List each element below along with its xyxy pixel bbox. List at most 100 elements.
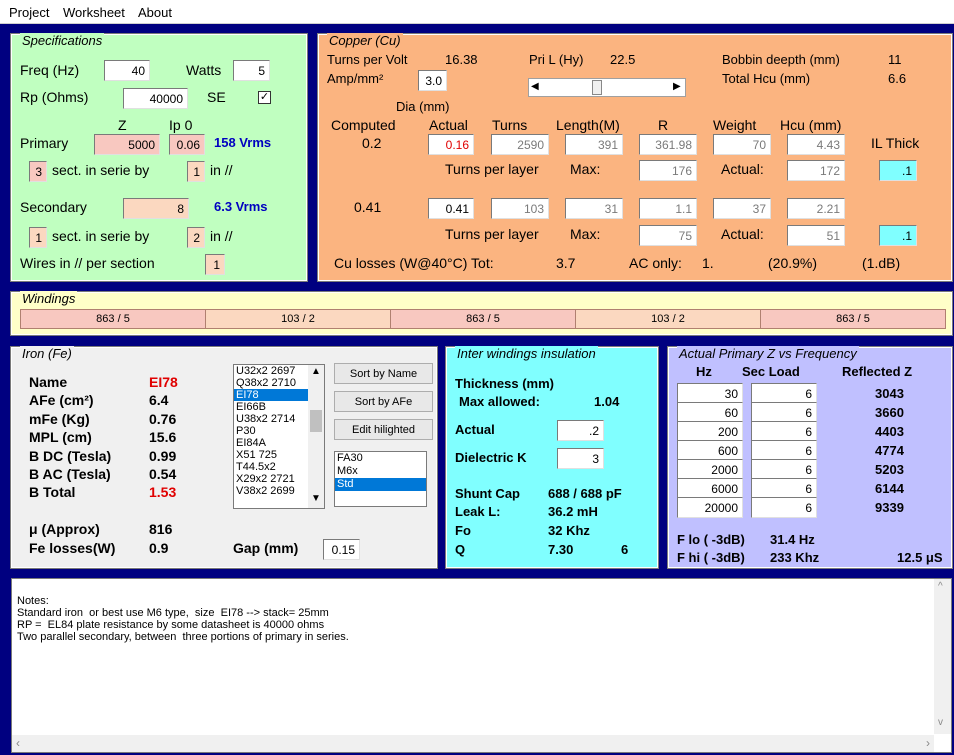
core-list[interactable]: U32x2 2697 Q38x2 2710 EI78 EI66B U38x2 2… (233, 364, 325, 509)
pri-tpl-label: Turns per layer (445, 161, 539, 177)
amp-slider[interactable]: ◀ ▶ (528, 78, 686, 97)
slider-thumb[interactable] (592, 80, 602, 95)
notes-area[interactable]: Notes: Standard iron or best use M6 type… (11, 578, 952, 753)
edit-hilighted-button[interactable]: Edit hilighted (334, 419, 433, 440)
sec-load-input[interactable]: 6 (751, 497, 817, 518)
sec-length-field: 31 (565, 198, 623, 219)
sort-by-name-button[interactable]: Sort by Name (334, 363, 433, 384)
material-item-selected[interactable]: Std (335, 478, 426, 491)
sec-load-input[interactable]: 6 (751, 459, 817, 480)
sec-load-input[interactable]: 6 (751, 383, 817, 404)
se-checkbox[interactable]: ✓ (258, 91, 271, 104)
primary-parallel-input[interactable]: 1 (187, 161, 205, 182)
sec-load-header: Sec Load (742, 364, 800, 379)
mu-label: μ (Approx) (29, 521, 100, 537)
scroll-right-icon[interactable]: › (926, 736, 930, 750)
fe-losses-value: 0.9 (149, 540, 169, 556)
windings-panel: Windings 863 / 5 103 / 2 863 / 5 103 / 2… (10, 291, 953, 336)
dielectric-input[interactable]: 3 (557, 448, 604, 469)
iron-name-value: EI78 (149, 374, 178, 390)
winding-segment-1: 863 / 5 (20, 309, 206, 329)
max-allowed-value: 1.04 (594, 394, 620, 409)
bobbin-label: Bobbin deepth (mm) (722, 52, 840, 67)
pri-weight-field: 70 (713, 134, 771, 155)
winding-segment-3: 863 / 5 (390, 309, 576, 329)
primary-sections-input[interactable]: 3 (29, 161, 47, 182)
menu-about[interactable]: About (138, 5, 172, 20)
hz-input[interactable]: 30 (677, 383, 743, 404)
pri-length-field: 391 (565, 134, 623, 155)
pri-actual-input[interactable]: 0.16 (428, 134, 474, 155)
menu-project[interactable]: Project (9, 5, 49, 20)
hz-input[interactable]: 60 (677, 402, 743, 423)
material-list[interactable]: FA30 M6x Std (334, 451, 427, 507)
pri-turns-field: 2590 (491, 134, 549, 155)
sec-load-input[interactable]: 6 (751, 402, 817, 423)
insulation-title: Inter windings insulation (455, 346, 598, 361)
hz-input[interactable]: 600 (677, 440, 743, 461)
sec-il-input[interactable]: .1 (879, 225, 917, 246)
secondary-sections-input[interactable]: 1 (29, 227, 47, 248)
material-item[interactable]: FA30 (335, 452, 426, 465)
pri-computed: 0.2 (362, 135, 382, 151)
rp-input[interactable]: 40000 (123, 88, 188, 109)
slider-right-arrow-icon[interactable]: ▶ (673, 81, 681, 92)
freq-input[interactable]: 40 (104, 60, 150, 81)
primary-z-field[interactable]: 5000 (94, 134, 160, 155)
hz-input[interactable]: 200 (677, 421, 743, 442)
pri-act-field: 172 (787, 160, 845, 181)
reflected-z-value: 4403 (875, 424, 904, 439)
menu-worksheet[interactable]: Worksheet (63, 5, 125, 20)
cu-losses-total: 3.7 (556, 255, 576, 271)
wires-input[interactable]: 1 (205, 254, 225, 275)
scroll-up-icon[interactable]: ^ (938, 581, 943, 592)
notes-horizontal-scrollbar[interactable]: ‹ › (12, 735, 934, 752)
hz-input[interactable]: 2000 (677, 459, 743, 480)
winding-segment-5: 863 / 5 (760, 309, 946, 329)
primary-ip0-field[interactable]: 0.06 (169, 134, 205, 155)
scroll-thumb[interactable] (310, 410, 322, 432)
bdc-value: 0.99 (149, 448, 177, 464)
fhi-value: 233 Khz (770, 550, 820, 565)
shunt-cap-value: 688 / 688 pF (548, 486, 622, 501)
gap-input[interactable]: 0.15 (323, 539, 360, 560)
r-header: R (658, 117, 669, 133)
sec-actual-input[interactable]: 0.41 (428, 198, 474, 219)
primary-label: Primary (20, 135, 69, 151)
notes-text[interactable]: Notes: Standard iron or best use M6 type… (17, 595, 349, 643)
material-item[interactable]: M6x (335, 465, 426, 478)
il-thick-header: IL Thick (871, 135, 920, 151)
pri-il-input[interactable]: .1 (879, 160, 917, 181)
sec-load-input[interactable]: 6 (751, 478, 817, 499)
reflected-z-header: Reflected Z (842, 364, 913, 379)
winding-segment-2: 103 / 2 (205, 309, 391, 329)
windings-bar: 863 / 5 103 / 2 863 / 5 103 / 2 863 / 5 (20, 309, 946, 329)
shunt-cap-label: Shunt Cap (455, 486, 520, 501)
rp-label: Rp (Ohms) (20, 89, 89, 105)
sec-load-input[interactable]: 6 (751, 440, 817, 461)
leak-label: Leak L: (455, 504, 501, 519)
scroll-up-icon[interactable]: ▲ (311, 366, 321, 377)
dia-label: Dia (mm) (396, 99, 450, 114)
tpv-label: Turns per Volt (327, 52, 408, 67)
amp-input[interactable]: 3.0 (418, 70, 447, 91)
gap-label: Gap (mm) (233, 540, 299, 556)
zfreq-panel: Actual Primary Z vs Frequency Hz Sec Loa… (667, 346, 953, 569)
bobbin-value: 11 (888, 52, 902, 67)
notes-vertical-scrollbar[interactable]: ^ v (934, 579, 951, 734)
secondary-parallel-input[interactable]: 2 (187, 227, 205, 248)
scroll-down-icon[interactable]: ▼ (311, 493, 321, 504)
sec-load-input[interactable]: 6 (751, 421, 817, 442)
secondary-z-field[interactable]: 8 (123, 198, 189, 219)
slider-left-arrow-icon[interactable]: ◀ (531, 81, 539, 92)
secondary-par-label: in // (210, 228, 233, 244)
core-list-scrollbar[interactable]: ▲ ▼ (308, 365, 324, 508)
sort-by-afe-button[interactable]: Sort by AFe (334, 391, 433, 412)
hz-input[interactable]: 20000 (677, 497, 743, 518)
scroll-left-icon[interactable]: ‹ (16, 736, 20, 750)
scroll-down-icon[interactable]: v (938, 717, 943, 728)
hz-input[interactable]: 6000 (677, 478, 743, 499)
pri-max-field: 176 (639, 160, 697, 181)
insul-actual-input[interactable]: .2 (557, 420, 604, 441)
watts-input[interactable]: 5 (233, 60, 270, 81)
